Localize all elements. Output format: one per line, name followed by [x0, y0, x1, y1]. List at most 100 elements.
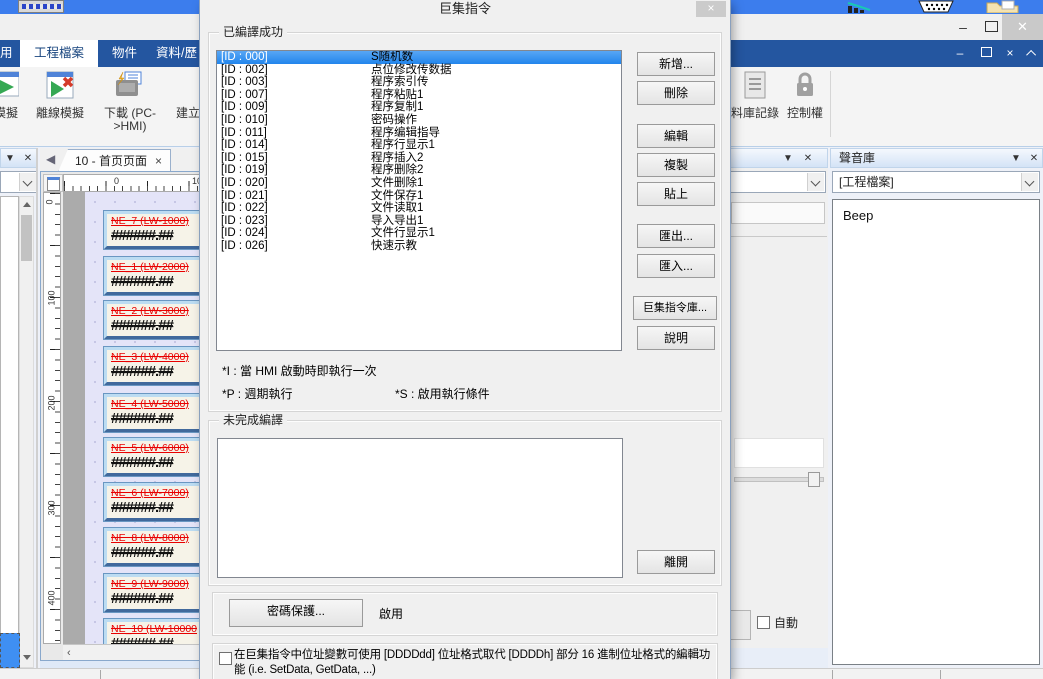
numeric-display-widget[interactable]: NE_3 (LW-4000)######.## — [104, 347, 201, 385]
canvas-hscrollbar[interactable]: ‹ — [63, 644, 201, 661]
macro-list-item[interactable]: [ID : 021]文件保存1 — [217, 190, 621, 203]
middle-panel-slider[interactable] — [734, 472, 822, 484]
ribbon-close-icon[interactable]: × — [1000, 40, 1020, 67]
ribbon-minimize-icon[interactable]: – — [950, 40, 970, 67]
macro-list-item[interactable]: [ID : 020]文件删除1 — [217, 177, 621, 190]
macro-id: [ID : 021] — [221, 190, 268, 202]
macro-list-item[interactable]: [ID : 026]快速示教 — [217, 240, 621, 253]
combo-dropdown-icon[interactable] — [1021, 173, 1038, 191]
auto-checkbox[interactable]: 自動 — [757, 614, 798, 631]
scroll-up-icon[interactable] — [23, 202, 31, 207]
panel-close-icon[interactable]: ✕ — [1027, 152, 1041, 166]
scroll-down-icon[interactable] — [23, 655, 31, 660]
panel-menu-icon[interactable]: ▼ — [781, 152, 795, 166]
new-button[interactable]: 新增... — [637, 52, 715, 76]
numeric-display-widget[interactable]: NE_7 (LW-1000)######.## — [104, 211, 201, 249]
scrollbar-thumb[interactable] — [21, 215, 32, 261]
panel-menu-icon[interactable]: ▼ — [1009, 152, 1023, 166]
import-button[interactable]: 匯入... — [637, 254, 715, 278]
macro-list-item[interactable]: [ID : 022]文件读取1 — [217, 202, 621, 215]
simulate-icon — [0, 70, 26, 104]
panel-splitter[interactable] — [36, 148, 38, 679]
macro-library-button[interactable]: 巨集指令庫... — [633, 296, 717, 320]
close-button[interactable]: ✕ — [1002, 14, 1043, 40]
left-panel-scrollbar[interactable] — [19, 196, 34, 668]
macro-list-item[interactable]: [ID : 002]点位修改传数据 — [217, 64, 621, 77]
middle-panel-combobox[interactable] — [728, 171, 826, 193]
macro-list-item[interactable]: [ID : 010]密码操作 — [217, 114, 621, 127]
panel-close-icon[interactable]: ✕ — [801, 152, 815, 166]
numeric-display-widget[interactable]: NE_1 (LW-2000)######.## — [104, 257, 201, 295]
sound-source-combobox[interactable]: [工程檔案] — [832, 171, 1040, 193]
checkbox-box[interactable] — [757, 616, 770, 629]
numeric-display-widget[interactable]: NE_10 (LW-10000######.## — [104, 619, 201, 644]
tab-nav-left-icon[interactable]: ◀ — [46, 152, 55, 166]
copy-button[interactable]: 複製 — [637, 153, 715, 177]
minimize-button[interactable]: – — [948, 14, 978, 40]
left-panel-combobox[interactable] — [0, 171, 38, 193]
uncompiled-list[interactable] — [217, 438, 623, 578]
dialog-close-icon[interactable]: × — [696, 1, 726, 17]
tab-close-icon[interactable]: × — [155, 154, 162, 168]
panel-close-icon[interactable]: ✕ — [21, 152, 35, 166]
macro-list-item[interactable]: [ID : 024]文件行显示1 — [217, 227, 621, 240]
macro-list-item[interactable]: [ID : 014] 程序行显示1 — [217, 139, 621, 152]
tool-download[interactable]: 下載 (PC->HMI) — [100, 70, 160, 133]
tool-simulate[interactable]: 模擬 — [0, 70, 26, 120]
macro-list-item[interactable]: [ID : 015]程序插入2 — [217, 152, 621, 165]
ribbon-collapse-icon[interactable] — [1022, 40, 1042, 67]
macro-list-item[interactable]: [ID : 003]程序索引传 — [217, 76, 621, 89]
macro-list-item[interactable]: [ID : 011]程序编辑指导 — [217, 127, 621, 140]
ribbon-restore-icon[interactable] — [976, 40, 996, 67]
macro-name: 文件行显示1 — [371, 227, 435, 240]
numeric-display-widget[interactable]: NE_9 (LW-9000)######.## — [104, 574, 201, 612]
numeric-display-widget[interactable]: NE_5 (LW-6000)######.## — [104, 438, 201, 476]
numeric-display-widget[interactable]: NE_6 (LW-7000)######.## — [104, 483, 201, 521]
page-tab[interactable]: 10 - 首页页面× — [58, 149, 171, 172]
left-panel-selected-item[interactable] — [0, 633, 20, 668]
macro-list[interactable]: [ID : 000]S随机数[ID : 002]点位修改传数据[ID : 003… — [216, 50, 622, 351]
folder-icon[interactable] — [986, 0, 1020, 13]
macro-id: [ID : 023] — [221, 215, 268, 227]
sound-list-item[interactable]: Beep — [843, 208, 873, 223]
scroll-left-icon[interactable]: ‹ — [67, 647, 71, 659]
numeric-display-widget[interactable]: NE_2 (LW-3000)######.## — [104, 301, 201, 339]
ruler-corner-button[interactable] — [43, 174, 63, 192]
macro-id: [ID : 014] — [221, 139, 268, 151]
numeric-display-widget[interactable]: NE_4 (LW-5000)######.## — [104, 394, 201, 432]
design-canvas[interactable]: NE_7 (LW-1000)######.## NE_1 (LW-2000)###… — [63, 192, 201, 644]
hmi-device-icon[interactable] — [18, 0, 64, 13]
middle-panel-field[interactable] — [731, 202, 825, 224]
password-protect-button[interactable]: 密碼保護... — [229, 599, 363, 627]
left-panel-list[interactable] — [0, 196, 19, 668]
macro-list-item[interactable]: [ID : 019]程序删除2 — [217, 164, 621, 177]
macro-list-item[interactable]: [ID : 007]程序粘贴1 — [217, 89, 621, 102]
macro-name: 程序行显示1 — [371, 139, 435, 152]
tool-db-record[interactable]: 料庫記錄 — [730, 70, 780, 120]
numeric-display-widget[interactable]: NE_8 (LW-8000)######.## — [104, 528, 201, 566]
combo-dropdown-icon[interactable] — [807, 173, 824, 191]
middle-panel-button[interactable] — [727, 610, 751, 640]
panel-menu-icon[interactable]: ▼ — [3, 152, 17, 166]
sound-list[interactable]: Beep — [832, 199, 1040, 665]
macro-list-item[interactable]: [ID : 009]程序复制1 — [217, 101, 621, 114]
macro-list-item[interactable]: [ID : 023]导入导出1 — [217, 215, 621, 228]
tab-project[interactable]: 工程檔案 — [20, 40, 98, 67]
help-button[interactable]: 說明 — [637, 326, 715, 350]
macro-list-item[interactable]: [ID : 000]S随机数 — [217, 51, 621, 64]
tool-control[interactable]: 控制權 — [784, 70, 826, 120]
edit-button[interactable]: 編輯 — [637, 124, 715, 148]
export-button[interactable]: 匯出... — [637, 224, 715, 248]
editor-bottom-strip — [40, 661, 202, 668]
vga-connector-icon[interactable] — [916, 0, 956, 13]
editor-tabstrip: ◀ 10 - 首页页面× — [40, 148, 202, 171]
slider-thumb[interactable] — [808, 472, 820, 487]
chart-icon[interactable] — [846, 0, 878, 13]
tool-offline-sim[interactable]: 離線模擬 — [26, 70, 94, 120]
combo-dropdown-icon[interactable] — [19, 173, 36, 191]
address-format-checkbox[interactable] — [219, 652, 232, 665]
delete-button[interactable]: 刪除 — [637, 81, 715, 105]
exit-button[interactable]: 離開 — [637, 550, 715, 574]
db-record-icon — [730, 70, 780, 104]
paste-button[interactable]: 貼上 — [637, 182, 715, 206]
